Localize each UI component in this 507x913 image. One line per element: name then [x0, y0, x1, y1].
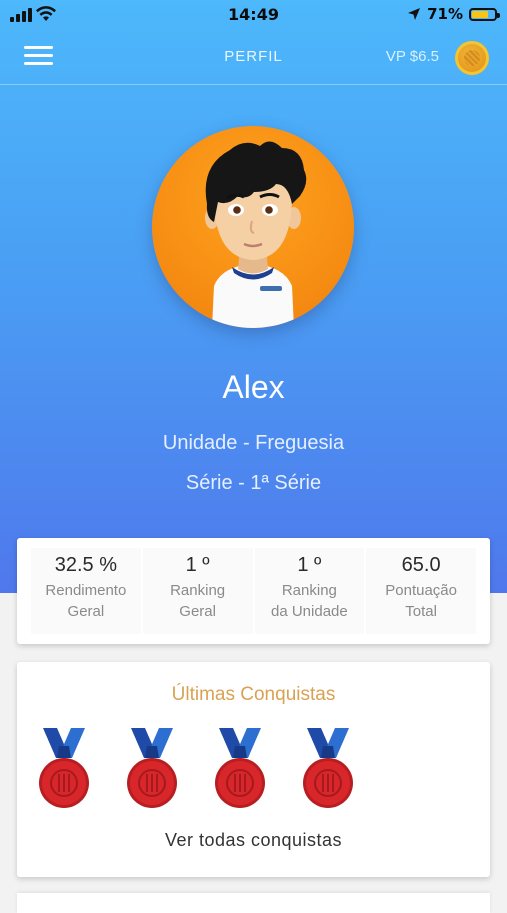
medal-icon[interactable] [125, 728, 179, 810]
medal-icon[interactable] [213, 728, 267, 810]
stat-label: Rendimento Geral [45, 582, 127, 620]
profile-name: Alex [222, 369, 285, 405]
medal-icon[interactable] [301, 728, 355, 810]
stat-value: 65.0 [401, 554, 441, 576]
stat-performance: 32.5 % Rendimento Geral [31, 548, 141, 634]
boy-avatar-illustration [205, 141, 307, 328]
status-bar: 14:49 71% [0, 0, 507, 30]
balance-value: VP $6.5 [385, 48, 439, 65]
stat-unit-ranking: 1 º Ranking da Unidade [254, 548, 365, 634]
stat-value: 1 º [185, 554, 210, 576]
stat-label: Ranking Geral [170, 582, 226, 620]
location-arrow-icon [408, 8, 421, 20]
stat-value: 32.5 % [54, 554, 117, 576]
next-card-edge [17, 893, 490, 913]
medal-icon[interactable] [37, 728, 91, 810]
status-right-group: 71% [407, 5, 500, 23]
achievements-title: Últimas Conquistas [171, 684, 336, 705]
coin-icon[interactable] [455, 41, 489, 75]
battery-icon [469, 7, 500, 21]
see-all-achievements-button[interactable]: Ver todas conquistas [17, 830, 490, 851]
battery-level-fill [472, 10, 488, 18]
achievements-card: Últimas Conquistas Ver todas conquistas [17, 662, 490, 877]
stat-label: Ranking da Unidade [271, 582, 348, 620]
stats-card: 32.5 % Rendimento Geral 1 º Ranking Gera… [17, 538, 490, 644]
profile-unit: Unidade - Freguesia [162, 432, 345, 454]
stat-general-ranking: 1 º Ranking Geral [142, 548, 253, 634]
stat-total-score: 65.0 Pontuação Total [366, 548, 476, 634]
top-nav-bar: PERFIL VP $6.5 [0, 34, 507, 85]
profile-grade: Série - 1ª Série [185, 472, 322, 494]
stat-value: 1 º [297, 554, 322, 576]
stat-label: Pontuação Total [385, 582, 457, 620]
avatar [152, 126, 354, 328]
battery-percent: 71% [427, 5, 463, 23]
